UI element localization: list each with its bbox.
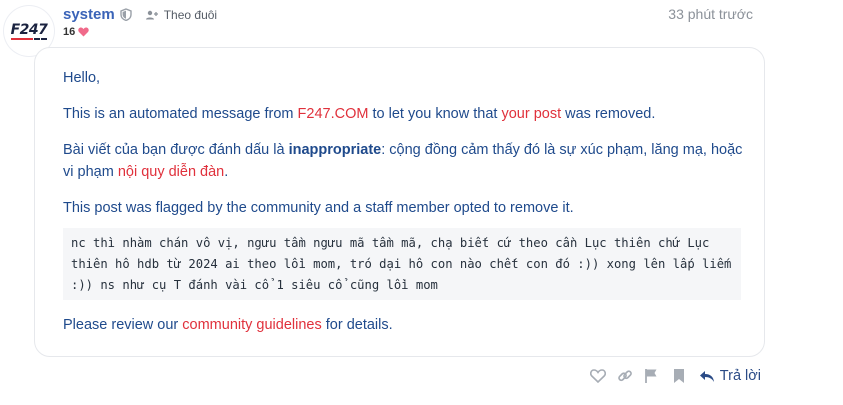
reply-button[interactable]: Trả lời <box>699 368 761 384</box>
forum-rules-link[interactable]: nội quy diễn đàn <box>118 164 224 180</box>
flag-type: inappropriate <box>288 142 382 158</box>
flag-reason: Bài viết của bạn được đánh dấu là inappr… <box>63 139 748 183</box>
reply-label: Trả lời <box>719 368 761 384</box>
site-link[interactable]: F247.COM <box>298 106 369 122</box>
username-link[interactable]: system <box>63 6 115 23</box>
text: . <box>224 164 229 180</box>
follow-button[interactable]: Theo đuôi <box>145 7 218 22</box>
your-post-link[interactable]: your post <box>501 106 561 122</box>
heart-icon <box>78 27 89 37</box>
text: This is an automated message from <box>63 106 298 122</box>
text: Bài viết của bạn được đánh dấu là <box>63 142 289 158</box>
avatar-logo-text: F247 <box>10 21 48 38</box>
like-heart-icon[interactable] <box>589 369 606 383</box>
reply-arrow-icon <box>699 370 714 382</box>
flag-icon[interactable] <box>644 368 658 384</box>
avatar-logo-bar <box>11 37 47 40</box>
text: for details. <box>321 317 393 333</box>
post-actions: Trả lời <box>579 368 761 384</box>
community-guidelines-link[interactable]: community guidelines <box>182 317 321 333</box>
greeting: Hello, <box>63 70 101 86</box>
removal-notice: This is an automated message from F247.C… <box>63 103 748 125</box>
text: was removed. <box>561 106 656 122</box>
removed-post-quote: nc thì nhàm chán vô vị, ngưu tầm ngưu mã… <box>63 228 741 300</box>
likes-count: 16 <box>63 26 76 38</box>
user-plus-icon <box>145 10 158 19</box>
text: Please review our <box>63 317 183 333</box>
message-body: Hello, This is an automated message from… <box>63 67 748 219</box>
post-timestamp[interactable]: 33 phút trước <box>668 6 753 22</box>
bookmark-icon[interactable] <box>673 368 685 384</box>
text: to let you know that <box>368 106 502 122</box>
shield-icon <box>120 8 132 21</box>
follow-label: Theo đuôi <box>163 7 218 22</box>
post-meta: system Theo đuôi <box>63 6 217 23</box>
flag-explanation: This post was flagged by the community a… <box>63 200 574 216</box>
link-icon[interactable] <box>617 368 633 384</box>
likes-badge: 16 <box>63 26 89 38</box>
review-guidelines: Please review our community guidelines f… <box>63 314 748 336</box>
